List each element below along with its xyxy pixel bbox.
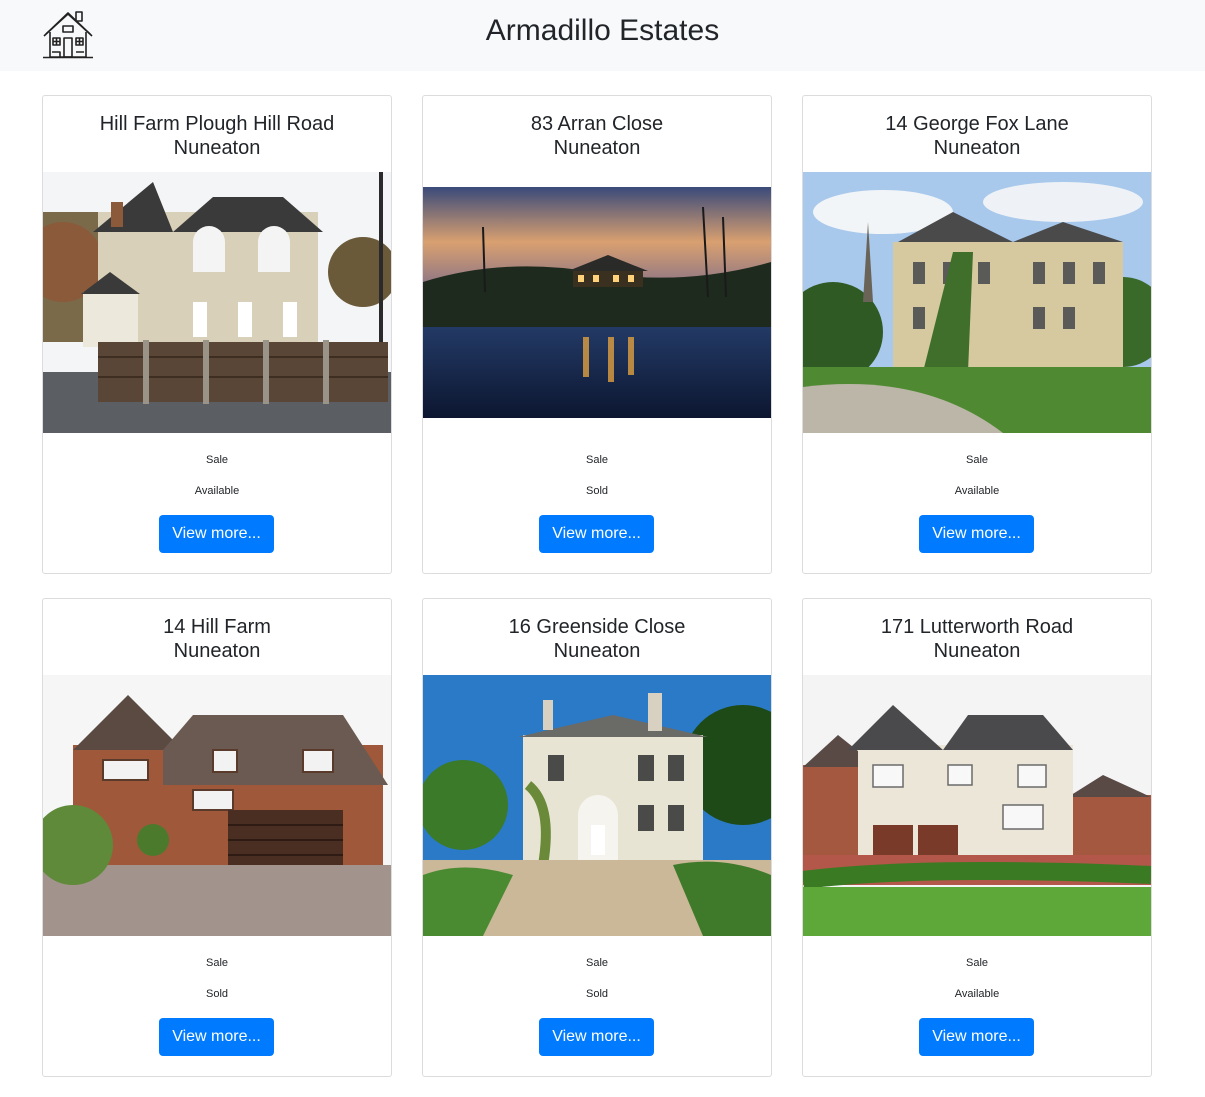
listing-card: 83 Arran Close Nuneaton Sale Sold View m… <box>422 95 772 574</box>
listing-card: 14 George Fox Lane Nuneaton Sale Availab… <box>802 95 1152 574</box>
listing-photo-area <box>43 675 391 936</box>
listing-status: Sold <box>585 988 609 1000</box>
listing-address: Hill Farm Plough Hill Road <box>99 113 335 135</box>
listing-address: 14 George Fox Lane <box>885 113 1069 135</box>
listing-status: Sold <box>585 485 609 497</box>
listing-title: 14 George Fox Lane Nuneaton <box>803 112 1151 160</box>
listing-title: 16 Greenside Close Nuneaton <box>423 615 771 663</box>
listing-address: 171 Lutterworth Road <box>880 616 1074 638</box>
navbar: Armadillo Estates <box>0 0 1205 71</box>
listing-address: 14 Hill Farm <box>163 616 271 638</box>
listing-status: Sold <box>205 988 229 1000</box>
listing-town: Nuneaton <box>173 640 261 662</box>
view-more-button[interactable]: View more... <box>159 1018 274 1056</box>
listing-title: 83 Arran Close Nuneaton <box>423 112 771 160</box>
listing-photo[interactable] <box>423 675 771 936</box>
site-title: Armadillo Estates <box>485 14 720 47</box>
listing-card: 14 Hill Farm Nuneaton Sale Sold View mor… <box>42 598 392 1077</box>
listing-town: Nuneaton <box>553 640 641 662</box>
listing-town: Nuneaton <box>173 137 261 159</box>
listing-card: 171 Lutterworth Road Nuneaton Sale Avail… <box>802 598 1152 1077</box>
listing-address: 16 Greenside Close <box>508 616 686 638</box>
listing-photo[interactable] <box>423 187 771 418</box>
view-more-button[interactable]: View more... <box>539 1018 654 1056</box>
listing-photo[interactable] <box>43 172 391 433</box>
view-more-button[interactable]: View more... <box>919 1018 1034 1056</box>
listing-type: Sale <box>585 957 609 969</box>
listing-type: Sale <box>205 454 229 466</box>
listing-photo-area <box>423 675 771 936</box>
listing-status: Available <box>954 485 1000 497</box>
listing-photo-area <box>43 172 391 433</box>
listing-title: 171 Lutterworth Road Nuneaton <box>803 615 1151 663</box>
listing-card: 16 Greenside Close Nuneaton Sale Sold Vi… <box>422 598 772 1077</box>
listing-type: Sale <box>585 454 609 466</box>
listing-title: 14 Hill Farm Nuneaton <box>43 615 391 663</box>
listing-photo-area <box>803 172 1151 433</box>
view-more-button[interactable]: View more... <box>159 515 274 553</box>
listings-grid: Hill Farm Plough Hill Road Nuneaton Sale… <box>42 95 1152 1077</box>
listing-type: Sale <box>205 957 229 969</box>
listing-type: Sale <box>965 454 989 466</box>
listing-address: 83 Arran Close <box>530 113 664 135</box>
listing-title: Hill Farm Plough Hill Road Nuneaton <box>43 112 391 160</box>
listing-town: Nuneaton <box>933 640 1021 662</box>
listing-photo[interactable] <box>43 675 391 936</box>
listing-town: Nuneaton <box>933 137 1021 159</box>
listing-photo-area <box>423 172 771 433</box>
listing-photo[interactable] <box>803 172 1151 433</box>
listing-photo-area <box>803 675 1151 936</box>
listing-type: Sale <box>965 957 989 969</box>
listing-town: Nuneaton <box>553 137 641 159</box>
listing-status: Available <box>954 988 1000 1000</box>
listing-status: Available <box>194 485 240 497</box>
view-more-button[interactable]: View more... <box>539 515 654 553</box>
view-more-button[interactable]: View more... <box>919 515 1034 553</box>
listing-card: Hill Farm Plough Hill Road Nuneaton Sale… <box>42 95 392 574</box>
listing-photo[interactable] <box>803 675 1151 936</box>
